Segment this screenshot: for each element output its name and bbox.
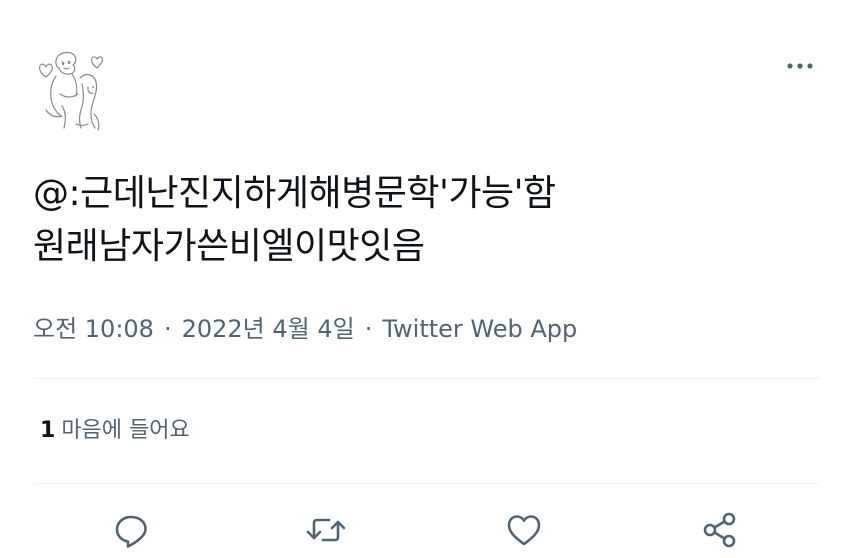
more-options-button[interactable] xyxy=(780,54,820,78)
heart-icon xyxy=(507,515,541,546)
like-label: 마음에 들어요 xyxy=(61,418,190,443)
share-icon xyxy=(703,512,736,548)
more-horizontal-icon xyxy=(787,63,813,69)
retweet-icon xyxy=(306,518,346,542)
reply-icon xyxy=(115,515,147,548)
avatar[interactable] xyxy=(32,44,116,140)
tweet-text-line: 원래남자가쓴비엘이맛잇음 xyxy=(33,226,425,267)
like-count: 1 xyxy=(40,418,56,443)
tweet-date[interactable]: 2022년 4월 4일 xyxy=(182,312,355,346)
metadata-separator: · xyxy=(364,315,373,343)
divider xyxy=(33,378,820,379)
share-button[interactable] xyxy=(698,508,742,552)
tweet-time[interactable]: 오전 10:08 xyxy=(33,312,154,346)
metadata-separator: · xyxy=(163,315,172,343)
avatar-sketch-image xyxy=(39,51,104,131)
likes-count-link[interactable]: 1 마음에 들어요 xyxy=(40,414,190,448)
reply-button[interactable] xyxy=(110,508,154,552)
tweet-source-link[interactable]: Twitter Web App xyxy=(382,312,577,346)
tweet-text: @:근데난진지하게해병문학'가능'함 원래남자가쓴비엘이맛잇음 xyxy=(33,167,813,273)
tweet-text-line: @:근데난진지하게해병문학'가능'함 xyxy=(33,173,556,214)
like-button[interactable] xyxy=(502,508,546,552)
divider xyxy=(33,483,820,484)
retweet-button[interactable] xyxy=(304,508,348,552)
tweet-metadata: 오전 10:08 · 2022년 4월 4일 · Twitter Web App xyxy=(33,312,577,346)
